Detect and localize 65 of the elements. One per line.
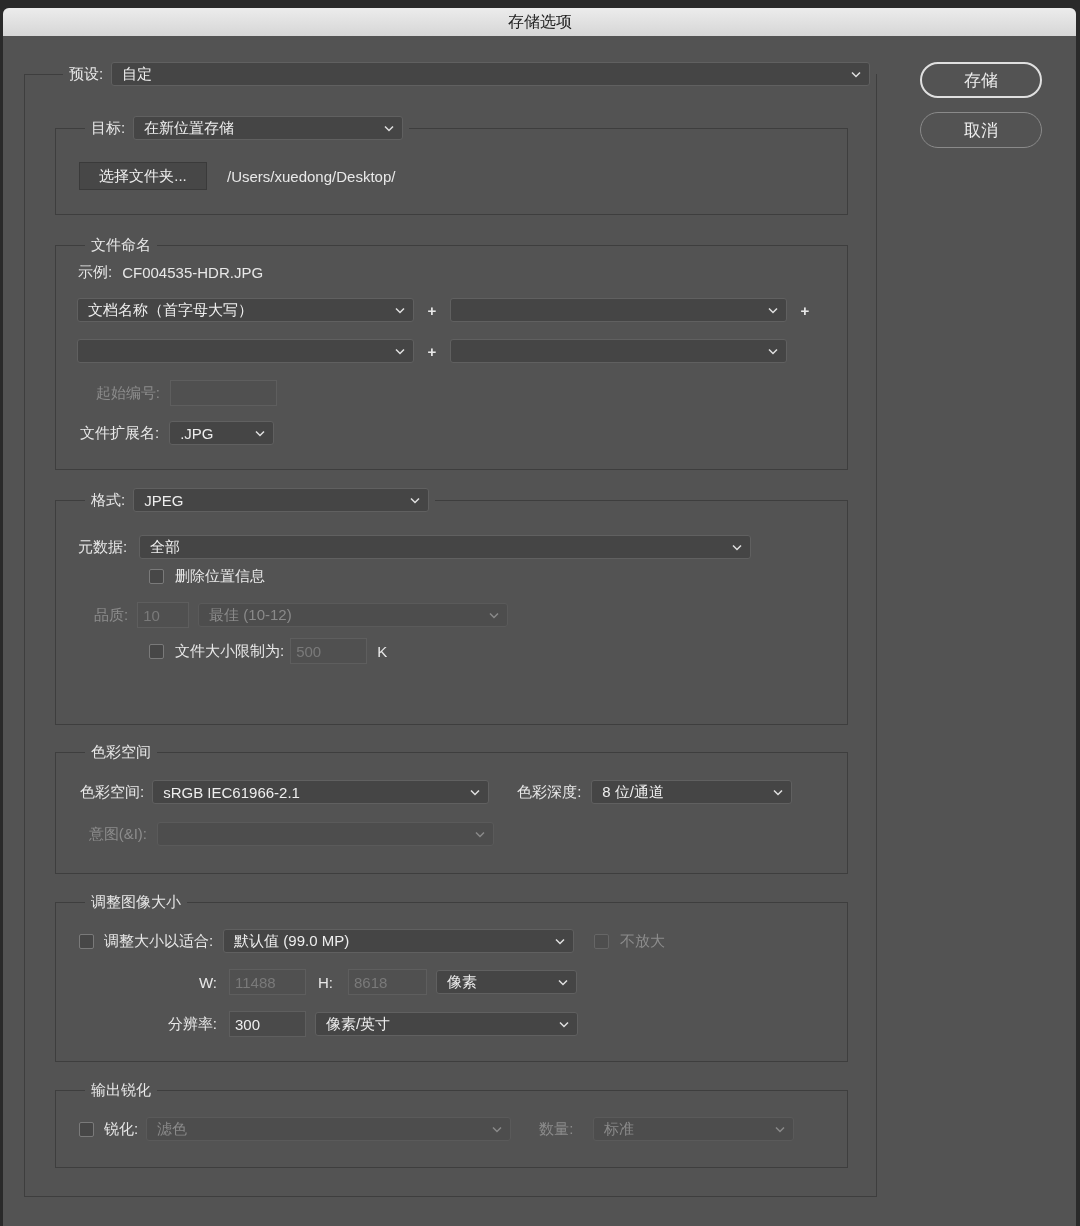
field-label: 色彩深度:: [517, 782, 582, 802]
naming-dropdown[interactable]: 文档名称（首字母大写）: [77, 298, 414, 322]
field-label: 格式:: [91, 490, 126, 510]
chevron-down-icon: [559, 1020, 569, 1028]
destination-dropdown[interactable]: 在新位置存储: [133, 116, 404, 140]
section-title: 输出锐化: [91, 1081, 151, 1100]
chevron-down-icon: [470, 788, 481, 796]
plus-sign: +: [799, 301, 811, 319]
field-label: 调整大小以适合:: [104, 931, 214, 951]
dialog-button[interactable]: 存储: [920, 62, 1042, 98]
example-filename: CF004535-HDR.JPG: [122, 264, 264, 281]
chevron-down-icon: [395, 347, 405, 355]
resolution-unit-dropdown[interactable]: 像素/英寸: [315, 1012, 578, 1036]
chevron-down-icon: [410, 496, 421, 504]
field-label: 预设:: [69, 64, 104, 84]
naming-dropdown[interactable]: [450, 339, 787, 363]
window-title: 存储选项: [507, 11, 572, 32]
extension-dropdown[interactable]: .JPG: [169, 421, 275, 445]
chevron-down-icon: [395, 306, 405, 314]
naming-dropdown[interactable]: [450, 298, 787, 322]
chevron-down-icon: [555, 937, 566, 945]
chevron-down-icon: [558, 978, 568, 986]
field-label: 文件大小限制为:: [175, 641, 285, 661]
resolution-field[interactable]: 300: [229, 1011, 306, 1037]
chevron-down-icon: [492, 1125, 503, 1133]
field-label: 示例:: [78, 263, 113, 282]
resize-dropdown[interactable]: 默认值 (99.0 MP): [223, 929, 575, 953]
section-title: 色彩空间: [91, 743, 151, 762]
chevron-down-icon: [489, 611, 500, 619]
bit-depth-dropdown[interactable]: 8 位/通道: [591, 780, 793, 804]
naming-dropdown[interactable]: [77, 339, 414, 363]
field-label: 锐化:: [104, 1119, 139, 1139]
field-label: W:: [197, 973, 217, 991]
field-label: K: [377, 642, 388, 660]
checkbox[interactable]: [149, 643, 164, 659]
field-label: H:: [318, 973, 333, 991]
chevron-down-icon: [255, 429, 266, 437]
checkbox[interactable]: [79, 933, 94, 949]
preset-dropdown[interactable]: 自定: [111, 62, 871, 86]
units-dropdown[interactable]: 像素: [436, 970, 577, 994]
folder-path: /Users/xuedong/Desktop/: [227, 167, 396, 185]
field-label: 删除位置信息: [175, 567, 265, 586]
field-label: 不放大: [620, 931, 666, 951]
chevron-down-icon: [384, 124, 395, 132]
metadata-dropdown[interactable]: 全部: [139, 535, 752, 559]
field-label: 色彩空间:: [80, 782, 145, 802]
chevron-down-icon: [851, 70, 862, 78]
chevron-down-icon: [773, 788, 784, 796]
field-label: 文件扩展名:: [80, 423, 160, 443]
checkbox[interactable]: [149, 569, 164, 584]
choose-folder-button[interactable]: 选择文件夹...: [79, 162, 207, 190]
color-space-dropdown[interactable]: sRGB IEC61966-2.1: [152, 780, 490, 804]
field-label: 元数据:: [78, 537, 128, 557]
chevron-down-icon: [768, 347, 778, 355]
section-title: 调整图像大小: [91, 893, 181, 912]
field-label: 分辨率:: [166, 1014, 217, 1034]
chevron-down-icon: [732, 543, 743, 551]
plus-sign: +: [426, 342, 438, 360]
section-title: 文件命名: [91, 236, 151, 255]
chevron-down-icon: [475, 830, 485, 838]
chevron-down-icon: [768, 306, 778, 314]
plus-sign: +: [426, 301, 438, 319]
format-dropdown[interactable]: JPEG: [133, 488, 430, 512]
chevron-down-icon: [775, 1125, 786, 1133]
field-label: 目标:: [91, 118, 126, 138]
